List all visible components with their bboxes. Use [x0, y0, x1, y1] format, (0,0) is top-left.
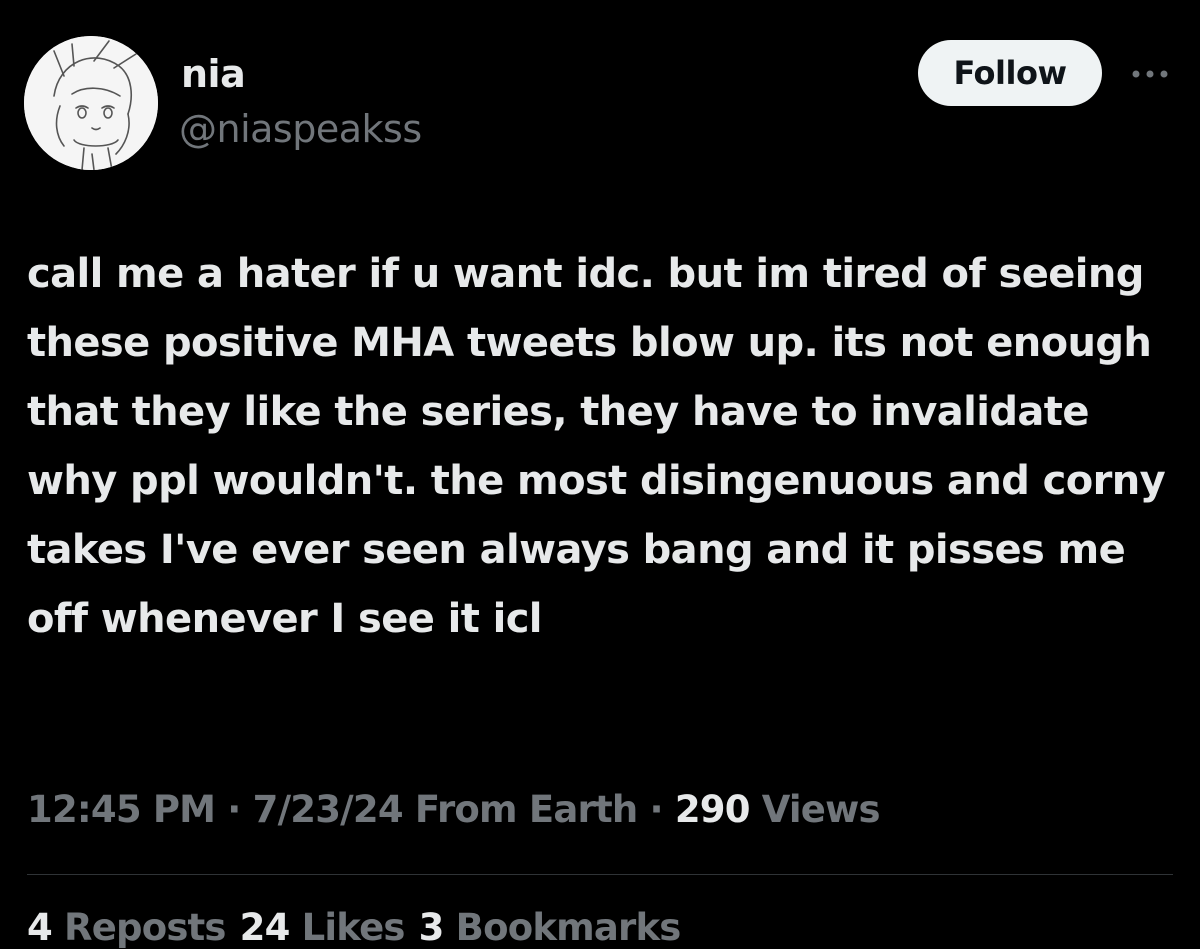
author-handle[interactable]: @niaspeakss — [179, 107, 422, 151]
views-count: 290 — [674, 788, 751, 831]
bookmarks-label: Bookmarks — [443, 906, 682, 949]
bookmarks-count: 3 — [418, 906, 445, 949]
avatar[interactable] — [24, 36, 158, 170]
reposts-label: Reposts — [51, 906, 226, 949]
author-display-name[interactable]: nia — [181, 52, 246, 96]
likes-count: 24 — [239, 906, 291, 949]
tweet-meta: 12:45 PM · 7/23/24 From Earth · 290 View… — [27, 788, 881, 831]
likes-stat[interactable]: 24 Likes — [239, 906, 406, 949]
tweet-date-source[interactable]: 7/23/24 From Earth — [253, 788, 639, 831]
engagement-stats: 4 Reposts 24 Likes 3 Bookmarks — [27, 906, 695, 949]
reposts-stat[interactable]: 4 Reposts — [27, 906, 226, 949]
anime-girl-sketch-avatar — [24, 36, 158, 170]
reposts-count: 4 — [27, 906, 53, 949]
tweet-text: call me a hater if u want idc. but im ti… — [27, 251, 1166, 642]
tweet: nia @niaspeakss Follow call me a hater i… — [0, 0, 1200, 949]
tweet-time[interactable]: 12:45 PM — [27, 788, 216, 831]
meta-separator: · — [637, 788, 675, 831]
more-button[interactable] — [1128, 60, 1172, 88]
likes-label: Likes — [289, 906, 406, 949]
views-label: Views — [749, 788, 881, 831]
meta-separator: · — [215, 788, 253, 831]
bookmarks-stat[interactable]: 3 Bookmarks — [418, 906, 682, 949]
more-horizontal-icon — [1132, 70, 1168, 78]
divider — [27, 874, 1173, 875]
follow-button[interactable]: Follow — [918, 40, 1102, 106]
